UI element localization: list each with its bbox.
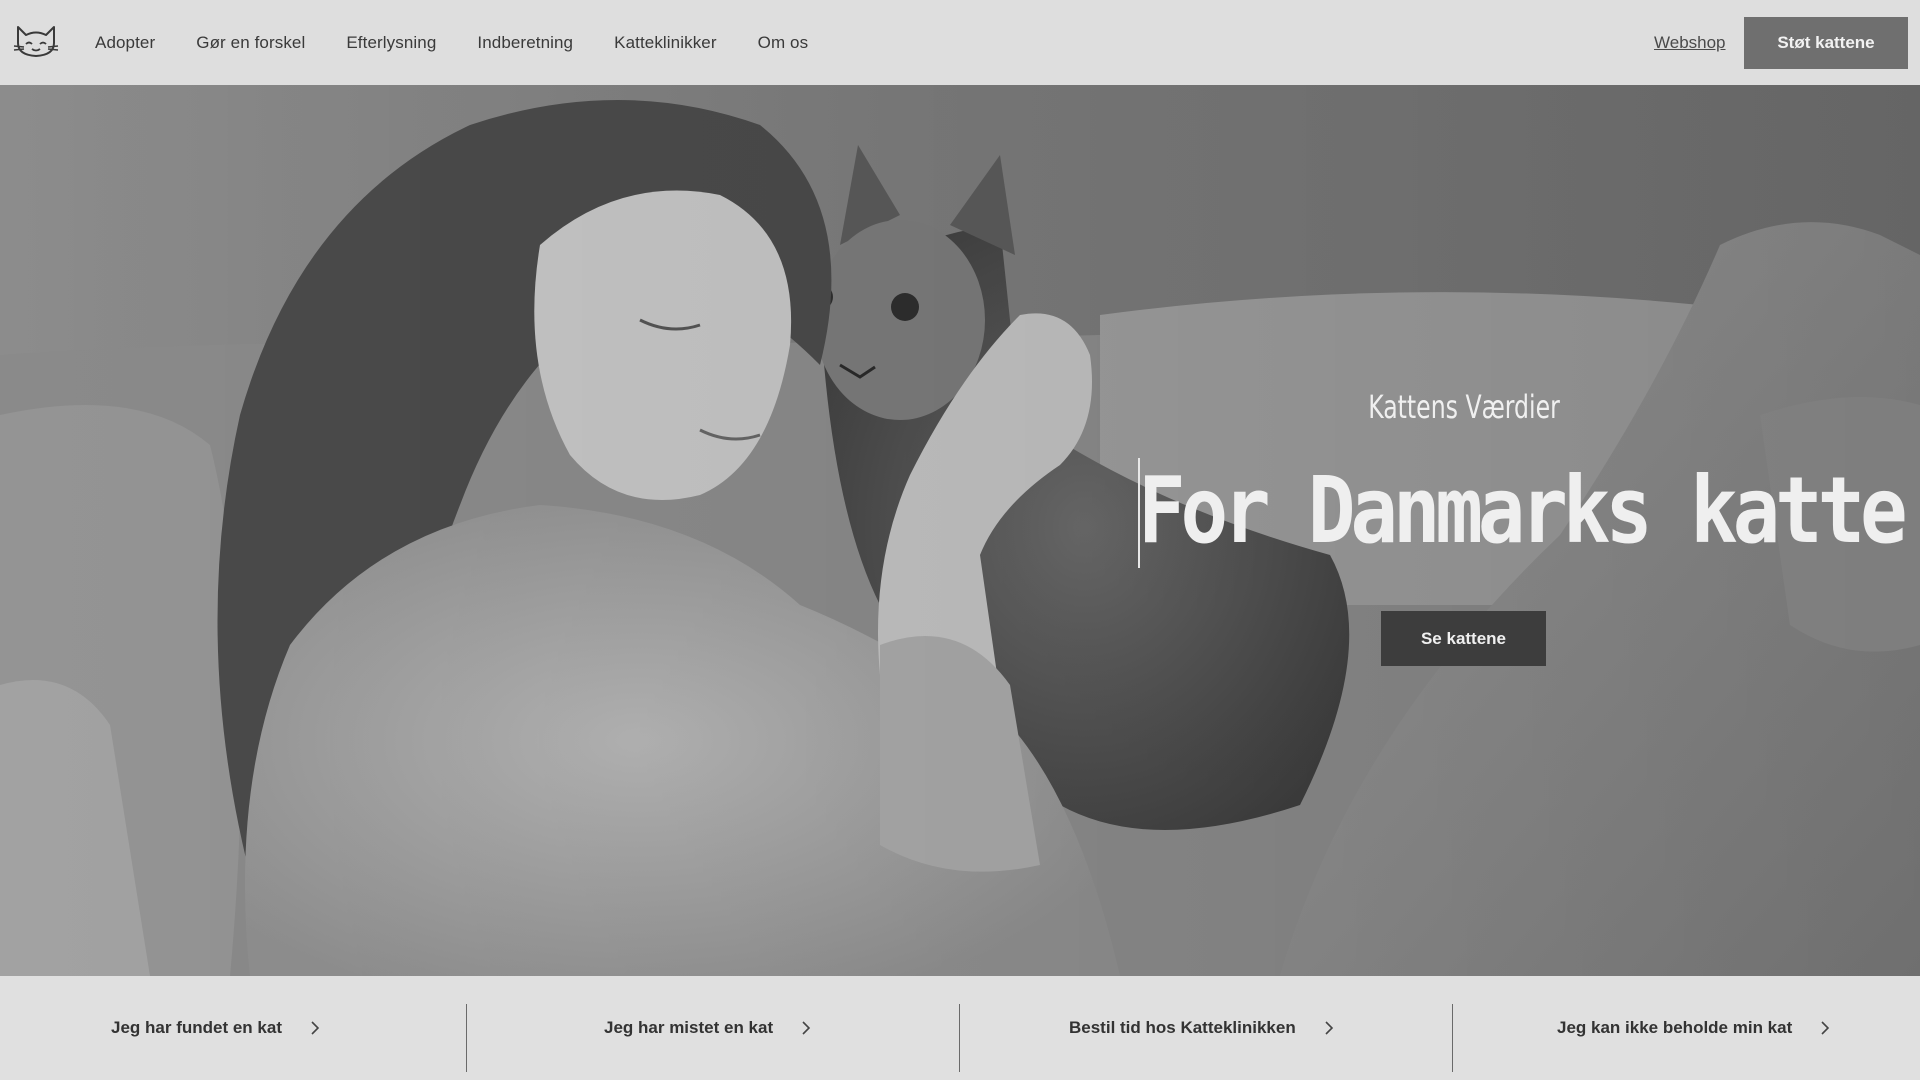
main-nav: Adopter Gør en forskel Efterlysning Indb… — [95, 0, 849, 85]
quick-links: Jeg har fundet en kat Jeg har mistet en … — [0, 976, 1920, 1080]
see-cats-button[interactable]: Se kattene — [1381, 611, 1546, 666]
nav-item-gor-en-forskel[interactable]: Gør en forskel — [196, 33, 305, 53]
hero-title: For Danmarks katte — [1138, 457, 1908, 564]
hero-subtitle: Kattens Værdier — [1368, 388, 1560, 426]
hero-banner: Kattens Værdier For Danmarks katte Se ka… — [0, 85, 1920, 976]
chevron-right-icon — [1821, 1021, 1830, 1035]
quicklink-label: Bestil tid hos Katteklinikken — [1069, 1018, 1296, 1037]
site-header: Adopter Gør en forskel Efterlysning Indb… — [0, 0, 1920, 85]
chevron-right-icon — [1325, 1021, 1333, 1035]
chevron-right-icon — [802, 1021, 811, 1035]
nav-item-adopter[interactable]: Adopter — [95, 33, 155, 53]
nav-item-om-os[interactable]: Om os — [758, 33, 809, 53]
nav-item-efterlysning[interactable]: Efterlysning — [346, 33, 436, 53]
quicklink-label: Jeg kan ikke beholde min kat — [1557, 1018, 1793, 1037]
quicklink-found-cat[interactable]: Jeg har fundet en kat — [111, 976, 320, 1080]
quicklink-cannot-keep-cat[interactable]: Jeg kan ikke beholde min kat — [1557, 976, 1830, 1080]
quicklink-lost-cat[interactable]: Jeg har mistet en kat — [604, 976, 811, 1080]
quicklink-book-clinic[interactable]: Bestil tid hos Katteklinikken — [1069, 976, 1334, 1080]
nav-item-katteklinikker[interactable]: Katteklinikker — [614, 33, 717, 53]
cat-face-icon[interactable] — [12, 19, 60, 61]
quicklink-label: Jeg har fundet en kat — [111, 1018, 282, 1037]
nav-item-indberetning[interactable]: Indberetning — [477, 33, 573, 53]
donate-button[interactable]: Støt kattene — [1744, 17, 1908, 69]
divider — [1452, 1004, 1453, 1072]
divider — [466, 1004, 467, 1072]
chevron-right-icon — [311, 1021, 320, 1035]
webshop-link[interactable]: Webshop — [1654, 33, 1726, 53]
divider — [959, 1004, 960, 1072]
quicklink-label: Jeg har mistet en kat — [604, 1018, 774, 1037]
